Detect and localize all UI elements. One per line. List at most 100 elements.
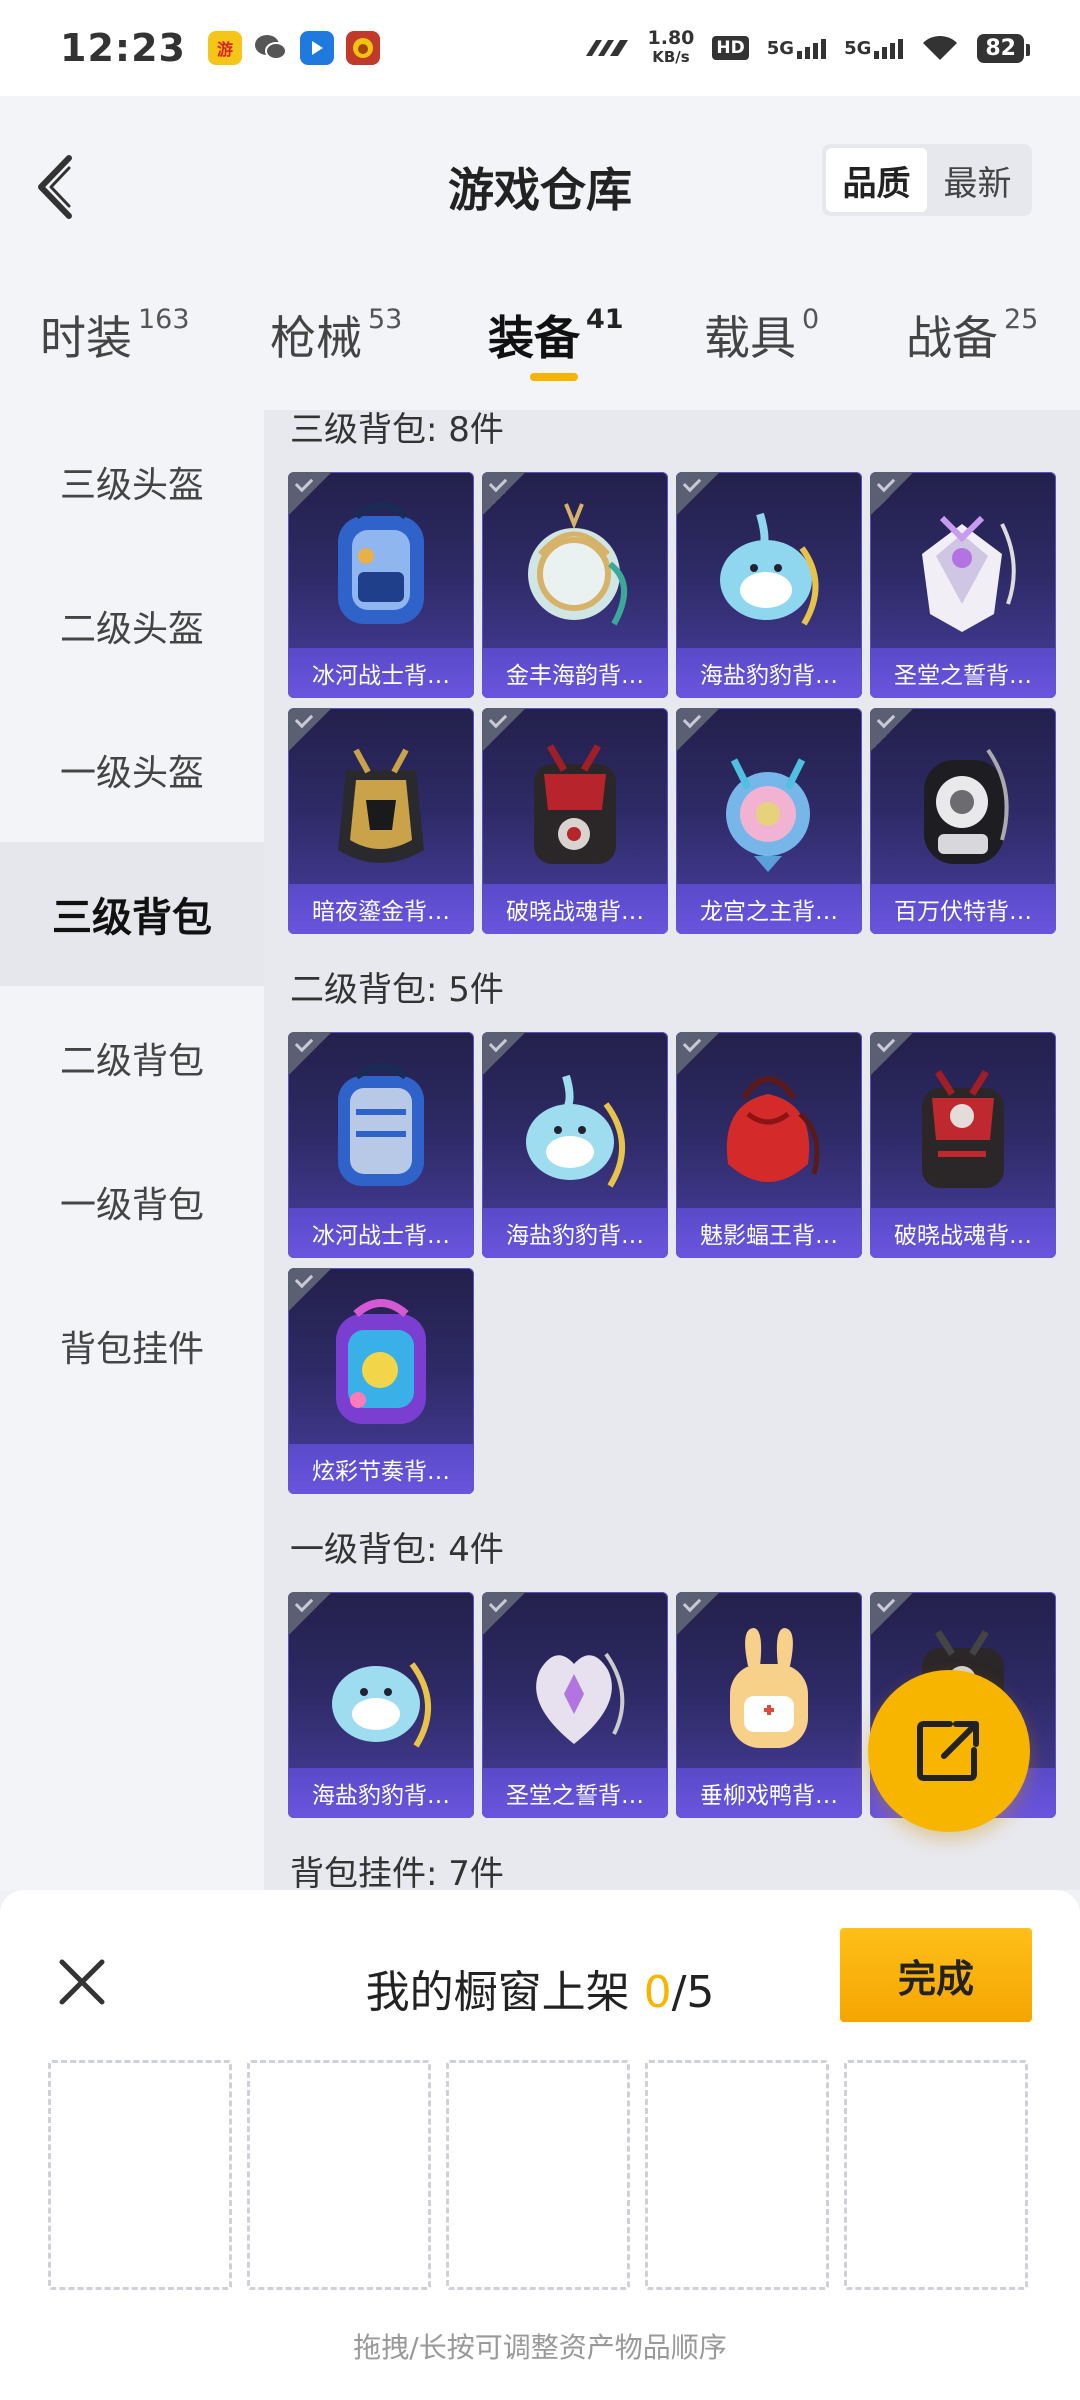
item-card[interactable]: 海盐豹豹背… xyxy=(676,472,862,698)
item-name: 魅影蝠王背… xyxy=(676,1208,862,1258)
item-name: 海盐豹豹背… xyxy=(288,1768,474,1818)
backpack-icon xyxy=(336,1299,426,1424)
backpack-icon xyxy=(526,1074,625,1188)
showcase-slot[interactable] xyxy=(48,2060,232,2290)
status-bar: 12:23 游 1.80 KB/s HD 5G 5G 82 xyxy=(0,0,1080,96)
item-card[interactable]: 金丰海韵背… xyxy=(482,472,668,698)
back-button[interactable] xyxy=(30,152,80,222)
tab-weapons[interactable]: 枪械 53 xyxy=(270,302,402,368)
tab-combat-gear[interactable]: 战备 25 xyxy=(906,302,1038,368)
backpack-icon xyxy=(338,502,424,624)
item-name: 圣堂之誓背… xyxy=(482,1768,668,1818)
section-title: 二级背包: 5件 xyxy=(290,970,504,1010)
nfc-icon xyxy=(585,40,628,56)
item-card[interactable]: 圣堂之誓背… xyxy=(870,472,1056,698)
backpack-icon xyxy=(338,748,424,863)
item-name: 炫彩节奏背… xyxy=(288,1444,474,1494)
backpack-icon xyxy=(726,1076,820,1182)
item-card[interactable]: 冰河战士背… xyxy=(288,1032,474,1258)
tab-label: 装备 xyxy=(488,311,580,365)
share-button[interactable] xyxy=(868,1670,1030,1832)
showcase-slot[interactable] xyxy=(446,2060,630,2290)
sidebar-item-lv1-backpack[interactable]: 一级背包 xyxy=(0,1130,264,1274)
item-card[interactable]: 魅影蝠王背… xyxy=(676,1032,862,1258)
showcase-total: /5 xyxy=(671,1967,715,2018)
sidebar-item-lv2-helmet[interactable]: 二级头盔 xyxy=(0,554,264,698)
sort-toggle: 品质 最新 xyxy=(822,144,1032,216)
backpack-icon xyxy=(924,748,1009,864)
item-card[interactable]: 百万伏特背… xyxy=(870,708,1056,934)
sort-option-quality[interactable]: 品质 xyxy=(826,148,927,212)
tab-count: 53 xyxy=(368,304,403,335)
backpack-icon xyxy=(332,1662,431,1748)
item-name: 破晓战魂背… xyxy=(482,884,668,934)
tab-label: 载具 xyxy=(704,311,796,365)
sidebar-item-lv3-backpack[interactable]: 三级背包 xyxy=(0,842,264,986)
game-app-icon: 游 xyxy=(207,31,242,65)
drag-hint: 拖拽/长按可调整资产物品顺序 xyxy=(353,2331,727,2364)
item-card[interactable]: 海盐豹豹背… xyxy=(482,1032,668,1258)
app-header: 游戏仓库 品质 最新 xyxy=(0,96,1080,266)
item-card[interactable]: 炫彩节奏背… xyxy=(288,1268,474,1494)
section-title: 三级背包: 8件 xyxy=(290,410,504,450)
section-title: 一级背包: 4件 xyxy=(290,1530,504,1570)
item-name: 冰河战士背… xyxy=(288,648,474,698)
item-card[interactable]: 破晓战魂背… xyxy=(870,1032,1056,1258)
tab-label: 战备 xyxy=(906,311,998,365)
wechat-icon xyxy=(254,31,288,65)
item-card[interactable]: 破晓战魂背… xyxy=(482,708,668,934)
signal-sim2: 5G xyxy=(844,37,904,59)
hd-badge: HD xyxy=(712,36,749,60)
tab-label: 枪械 xyxy=(270,311,362,365)
item-card[interactable]: 垂柳戏鸭背… xyxy=(676,1592,862,1818)
done-button[interactable]: 完成 xyxy=(840,1928,1032,2022)
backpack-icon xyxy=(720,512,819,626)
net-speed: 1.80 KB/s xyxy=(647,27,695,67)
item-name: 冰河战士背… xyxy=(288,1208,474,1258)
tab-count: 0 xyxy=(802,304,820,335)
subcategory-sidebar: 三级头盔 二级头盔 一级头盔 三级背包 二级背包 一级背包 背包挂件 xyxy=(0,410,264,1890)
tab-equipment[interactable]: 装备 41 xyxy=(488,302,624,368)
section-title: 背包挂件: 7件 xyxy=(290,1854,504,1890)
tab-count: 163 xyxy=(138,304,190,335)
item-grid: 三级背包: 8件 冰河战士背… 金丰海韵背… 海盐豹豹背… 圣堂之誓背… 暗夜鎏… xyxy=(264,410,1080,1890)
showcase-slot[interactable] xyxy=(247,2060,431,2290)
item-name: 破晓战魂背… xyxy=(870,1208,1056,1258)
tab-label: 时装 xyxy=(40,311,132,365)
backpack-icon xyxy=(528,503,628,626)
backpack-icon xyxy=(536,1652,625,1744)
category-tabs: 时装 163 枪械 53 装备 41 载具 0 战备 25 xyxy=(0,266,1080,410)
tab-vehicles[interactable]: 载具 0 xyxy=(704,302,819,368)
sort-option-newest[interactable]: 最新 xyxy=(927,148,1028,212)
item-name: 垂柳戏鸭背… xyxy=(676,1768,862,1818)
active-tab-indicator xyxy=(530,373,578,381)
tab-count: 25 xyxy=(1004,304,1039,335)
item-name: 金丰海韵背… xyxy=(482,648,668,698)
sidebar-item-lv3-helmet[interactable]: 三级头盔 xyxy=(0,410,264,554)
showcase-slot[interactable] xyxy=(645,2060,829,2290)
backpack-icon xyxy=(922,515,1016,632)
item-card[interactable]: 暗夜鎏金背… xyxy=(288,708,474,934)
sidebar-item-backpack-charm[interactable]: 背包挂件 xyxy=(0,1274,264,1418)
signal-sim1: 5G xyxy=(767,37,827,59)
game-avatar-icon xyxy=(345,31,380,65)
backpack-icon xyxy=(730,1628,808,1748)
item-card[interactable]: 圣堂之誓背… xyxy=(482,1592,668,1818)
showcase-slot[interactable] xyxy=(844,2060,1028,2290)
item-card[interactable]: 海盐豹豹背… xyxy=(288,1592,474,1818)
item-card[interactable]: 龙宫之主背… xyxy=(676,708,862,934)
showcase-sheet: 我的橱窗上架 0/5 完成 拖拽/长按可调整资产物品顺序 xyxy=(0,1890,1080,2400)
item-name: 海盐豹豹背… xyxy=(482,1208,668,1258)
tab-count: 41 xyxy=(586,304,624,335)
item-card[interactable]: 冰河战士背… xyxy=(288,472,474,698)
item-name: 百万伏特背… xyxy=(870,884,1056,934)
backpack-icon xyxy=(922,1070,1004,1188)
notification-icons: 游 xyxy=(207,31,380,65)
tab-fashion[interactable]: 时装 163 xyxy=(40,302,190,368)
sidebar-item-lv1-helmet[interactable]: 一级头盔 xyxy=(0,698,264,842)
sidebar-item-lv2-backpack[interactable]: 二级背包 xyxy=(0,986,264,1130)
item-name: 海盐豹豹背… xyxy=(676,648,862,698)
item-name: 龙宫之主背… xyxy=(676,884,862,934)
item-name: 圣堂之誓背… xyxy=(870,648,1056,698)
battery-indicator: 82 xyxy=(977,33,1030,63)
